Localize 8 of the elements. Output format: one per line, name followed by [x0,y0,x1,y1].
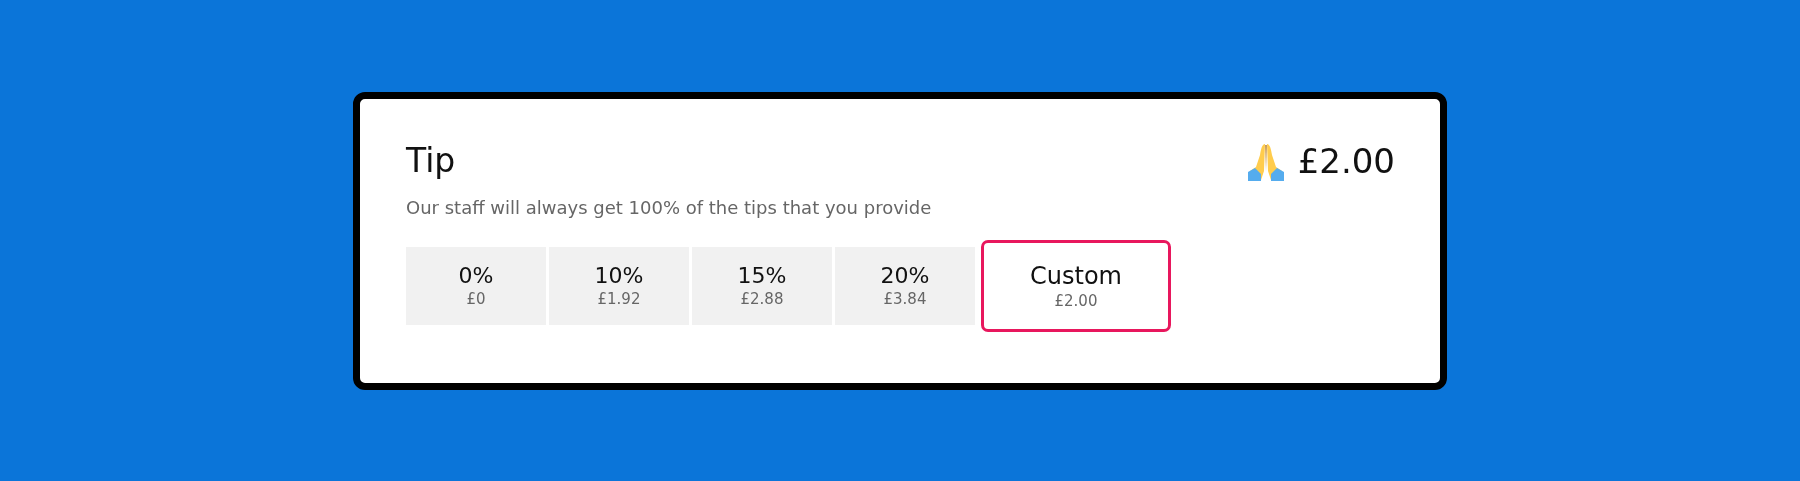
tip-option[interactable]: 0% £0 [406,246,546,325]
tip-option[interactable]: 10% £1.92 [549,246,689,325]
tip-description: Our staff will always get 100% of the tips that you provide [406,196,933,218]
tip-option[interactable]: Custom £2.00 [981,239,1171,332]
tip-title: Tip [406,141,456,180]
tip-option[interactable]: 20% £3.84 [835,246,975,325]
tip-amount: £2.00 [1297,140,1395,181]
tip-option[interactable]: 15% £2.88 [692,246,832,325]
